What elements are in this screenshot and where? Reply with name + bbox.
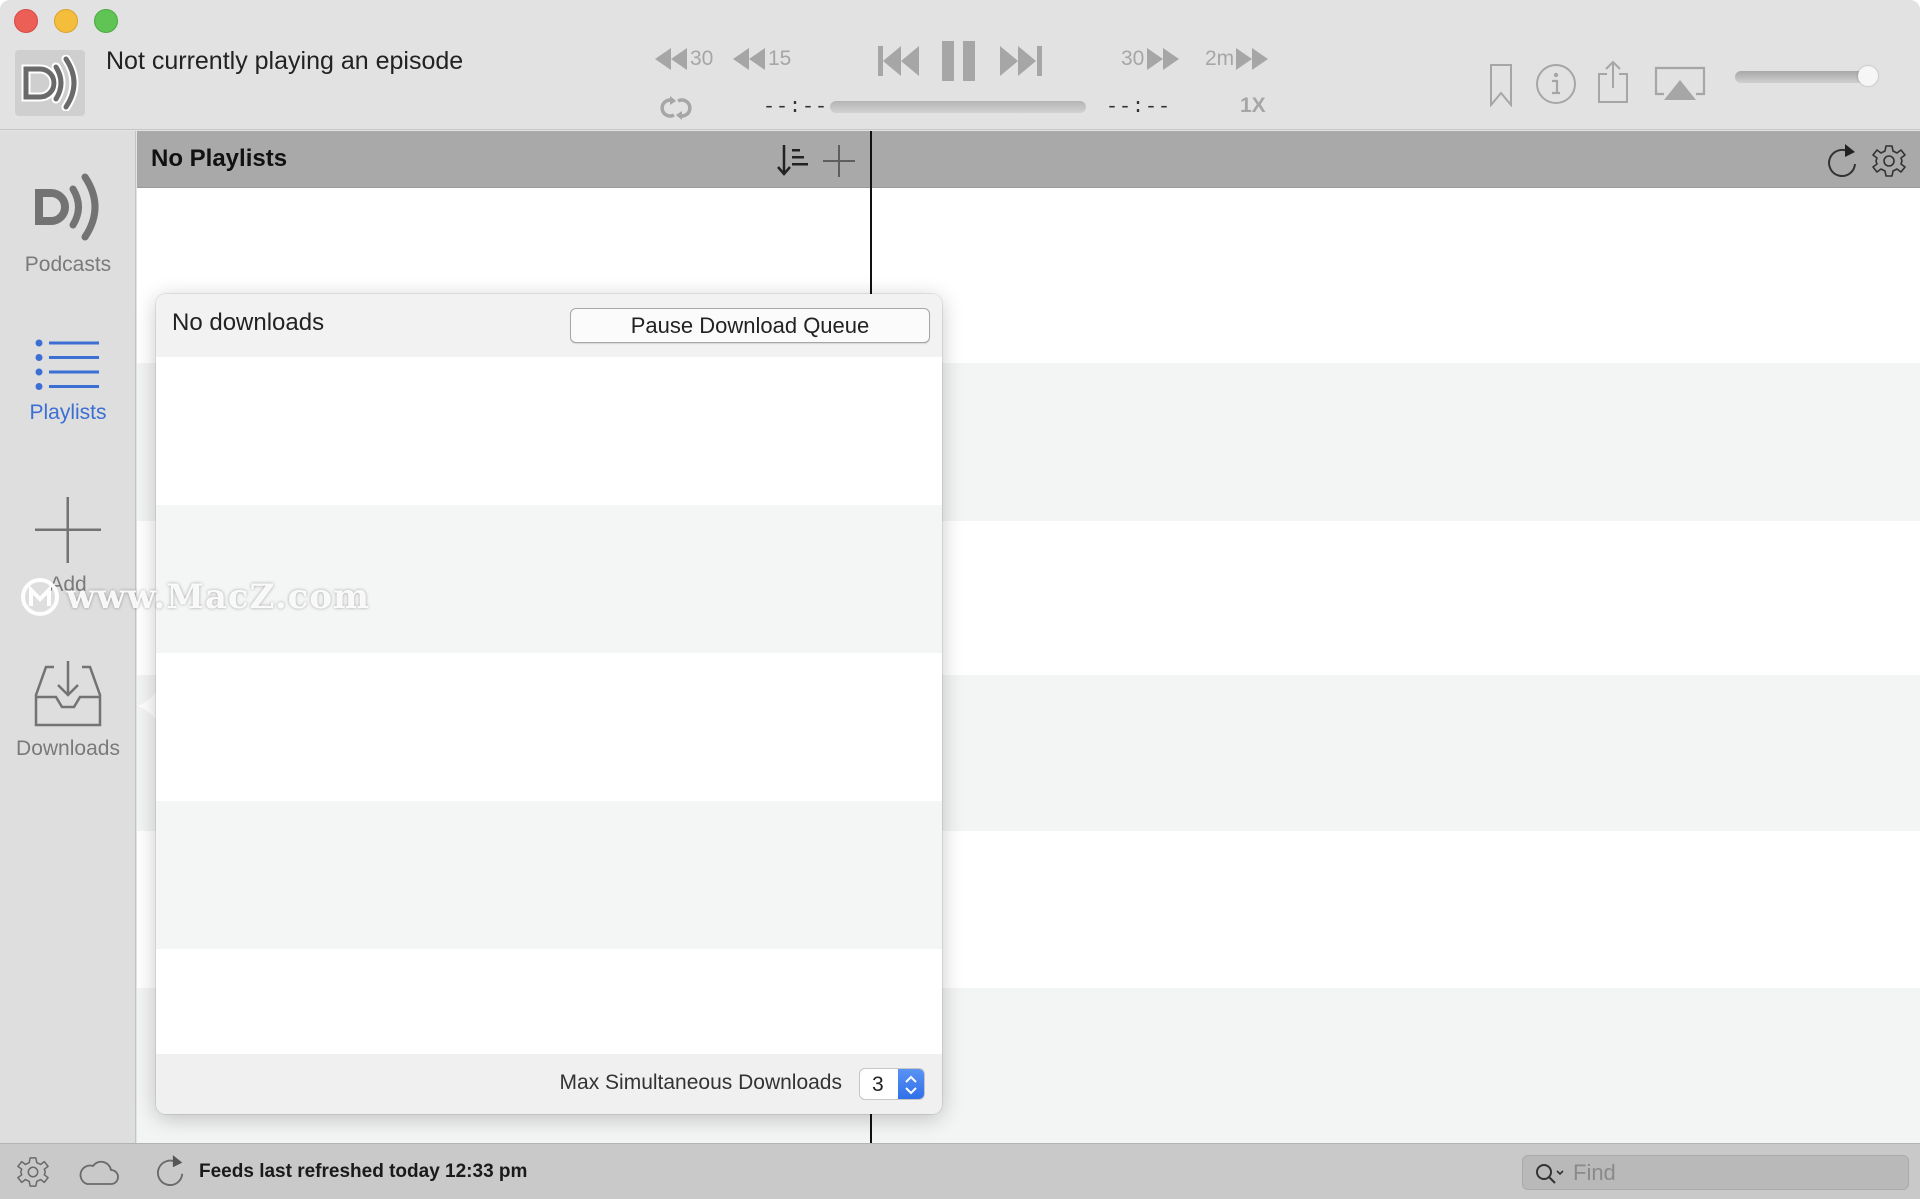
- stepper-arrows[interactable]: [898, 1069, 924, 1099]
- sidebar-item-label: Playlists: [29, 401, 107, 424]
- airplay-button[interactable]: [1654, 66, 1706, 102]
- sort-icon: [777, 145, 808, 176]
- popover-footer: Max Simultaneous Downloads 3: [156, 1054, 942, 1114]
- sidebar-item-label: Add: [49, 573, 87, 596]
- share-button[interactable]: [1597, 60, 1629, 104]
- player-toolbar: Not currently playing an episode 30 15 3…: [0, 0, 1920, 130]
- rewind-icon: [655, 48, 687, 70]
- volume-slider-track[interactable]: [1735, 71, 1875, 83]
- settings-button[interactable]: [1872, 144, 1906, 183]
- pause-download-queue-button[interactable]: Pause Download Queue: [570, 308, 930, 343]
- refresh-feeds-button[interactable]: [156, 1154, 186, 1193]
- next-track-button[interactable]: [1000, 44, 1042, 78]
- add-playlist-button[interactable]: [823, 145, 855, 182]
- pause-button[interactable]: [942, 41, 976, 81]
- skip-back-30-button[interactable]: 30: [655, 47, 713, 71]
- up-down-chevron-icon: [905, 1075, 917, 1095]
- skip-back-short-label: 15: [768, 47, 792, 70]
- info-button[interactable]: [1535, 63, 1577, 105]
- refresh-button[interactable]: [1827, 144, 1859, 183]
- close-window-button[interactable]: [14, 9, 38, 33]
- find-input[interactable]: [1573, 1159, 1893, 1187]
- popover-header: No downloads Pause Download Queue: [156, 294, 942, 357]
- bookmark-button[interactable]: [1489, 63, 1513, 107]
- sidebar-item-downloads[interactable]: Downloads: [0, 661, 136, 761]
- remaining-time: --:--: [1106, 96, 1172, 119]
- cloud-sync-button[interactable]: [77, 1158, 119, 1191]
- fast-forward-icon: [1236, 48, 1269, 70]
- repeat-button[interactable]: [656, 95, 696, 121]
- search-icon[interactable]: [1535, 1163, 1567, 1185]
- playlists-icon: [35, 339, 99, 390]
- playback-rate-button[interactable]: 1X: [1240, 94, 1266, 118]
- sidebar-item-playlists[interactable]: Playlists: [0, 339, 136, 425]
- refresh-icon: [1828, 144, 1856, 177]
- next-track-icon: [1000, 46, 1042, 76]
- refresh-icon: [156, 1155, 184, 1186]
- max-downloads-label: Max Simultaneous Downloads: [559, 1071, 842, 1094]
- download-row: [156, 505, 942, 653]
- gear-icon: [1872, 145, 1906, 177]
- app-window: Not currently playing an episode 30 15 3…: [0, 0, 1920, 1199]
- downcast-logo-icon: [21, 55, 79, 111]
- sidebar-item-label: Podcasts: [24, 253, 112, 276]
- episode-artwork[interactable]: [15, 50, 85, 116]
- rewind-icon: [733, 48, 765, 70]
- playlists-header: No Playlists: [137, 131, 1920, 188]
- find-field[interactable]: [1522, 1155, 1909, 1190]
- gear-icon: [17, 1157, 49, 1187]
- pause-icon: [942, 41, 975, 81]
- max-downloads-value[interactable]: 3: [872, 1073, 884, 1097]
- download-row: [156, 949, 942, 1054]
- skip-forward-short-label: 30: [1121, 47, 1145, 70]
- airplay-icon: [1654, 66, 1706, 100]
- downloads-status: No downloads: [172, 309, 325, 336]
- skip-forward-30-button[interactable]: 30: [1121, 47, 1180, 71]
- skip-back-long-label: 30: [690, 47, 714, 70]
- previous-track-button[interactable]: [878, 44, 920, 78]
- minimize-window-button[interactable]: [54, 9, 78, 33]
- pane-title: No Playlists: [151, 145, 288, 172]
- zoom-window-button[interactable]: [94, 9, 118, 33]
- bookmark-icon: [1490, 64, 1512, 107]
- max-downloads-stepper[interactable]: 3: [859, 1068, 925, 1100]
- sidebar-item-add[interactable]: Add: [0, 497, 136, 597]
- previous-track-icon: [878, 46, 919, 76]
- download-row: [156, 357, 942, 505]
- download-row: [156, 801, 942, 949]
- plus-icon: [823, 145, 855, 177]
- sidebar: Podcasts Playlists Add Downloads: [0, 131, 136, 1143]
- preferences-button[interactable]: [17, 1156, 49, 1193]
- cloud-icon: [79, 1160, 119, 1185]
- share-icon: [1598, 60, 1628, 103]
- download-row: [156, 653, 942, 801]
- sidebar-item-podcasts[interactable]: Podcasts: [0, 171, 136, 277]
- skip-forward-long-label: 2m: [1205, 47, 1235, 70]
- now-playing-title: Not currently playing an episode: [106, 47, 464, 75]
- downloads-icon: [34, 661, 102, 727]
- feeds-refreshed-status: Feeds last refreshed today 12:33 pm: [199, 1161, 528, 1182]
- sort-button[interactable]: [776, 143, 808, 182]
- podcasts-icon: [35, 173, 99, 241]
- status-bar: Feeds last refreshed today 12:33 pm: [0, 1143, 1920, 1199]
- info-icon: [1536, 64, 1576, 104]
- add-icon: [35, 497, 101, 563]
- playback-progress-bar[interactable]: [830, 101, 1086, 113]
- repeat-icon: [660, 96, 692, 120]
- fast-forward-icon: [1147, 48, 1180, 70]
- skip-back-15-button[interactable]: 15: [733, 47, 791, 71]
- downloads-popover: No downloads Pause Download Queue Max Si…: [156, 294, 942, 1114]
- skip-forward-2m-button[interactable]: 2m: [1205, 47, 1269, 71]
- volume-slider-knob[interactable]: [1858, 66, 1878, 86]
- sidebar-item-label: Downloads: [16, 737, 120, 760]
- elapsed-time: --:--: [763, 96, 829, 119]
